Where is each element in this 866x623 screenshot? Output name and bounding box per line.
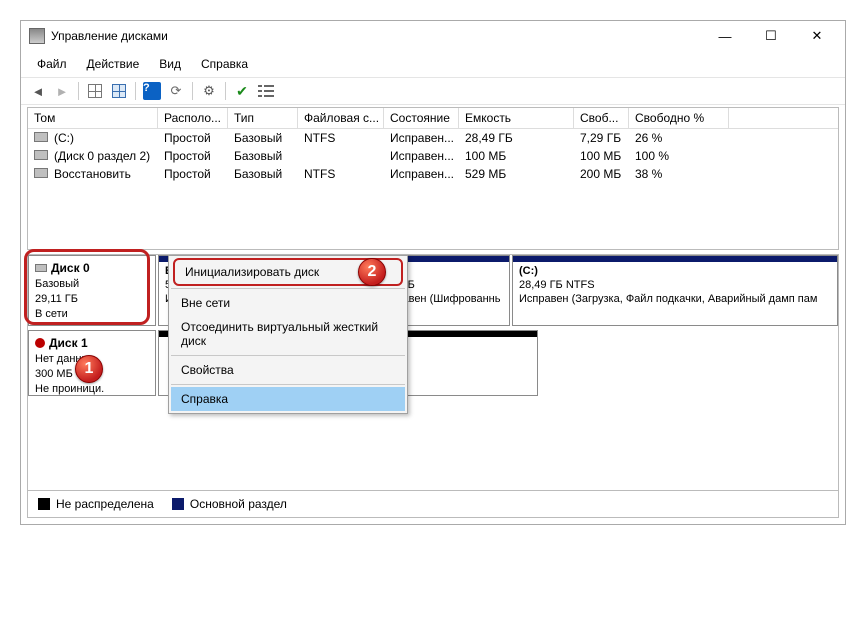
disk1-type: Нет данных	[35, 353, 95, 365]
view-button[interactable]	[84, 80, 106, 102]
cell-free: 7,29 ГБ	[574, 129, 629, 147]
cell-layout: Простой	[158, 129, 228, 147]
disk0-size: 29,11 ГБ	[35, 293, 78, 305]
legend-unallocated: Не распределена	[38, 497, 154, 511]
col-free[interactable]: Своб...	[574, 108, 629, 128]
table-row[interactable]: (Диск 0 раздел 2) Простой Базовый Исправ…	[28, 147, 838, 165]
close-button[interactable]: ✕	[803, 26, 831, 46]
cell-pct: 26 %	[629, 129, 729, 147]
cell-capacity: 28,49 ГБ	[459, 129, 574, 147]
cell-status: Исправен...	[384, 165, 459, 183]
error-icon	[35, 338, 45, 348]
disk0-name: Диск 0	[51, 261, 90, 275]
menu-file[interactable]: Файл	[29, 55, 75, 73]
cell-capacity: 529 МБ	[459, 165, 574, 183]
ctx-offline[interactable]: Вне сети	[171, 291, 405, 315]
cell-layout: Простой	[158, 165, 228, 183]
legend-primary: Основной раздел	[172, 497, 287, 511]
minimize-button[interactable]: —	[711, 26, 739, 46]
maximize-button[interactable]: ☐	[757, 26, 785, 46]
ctx-initialize-disk[interactable]: Инициализировать диск	[173, 258, 403, 286]
apply-button[interactable]: ✔	[231, 80, 253, 102]
cell-free: 100 МБ	[574, 147, 629, 165]
part-line3: Исправен (Загрузка, Файл подкачки, Авари…	[519, 293, 817, 305]
cell-capacity: 100 МБ	[459, 147, 574, 165]
cell-fs: NTFS	[298, 165, 384, 183]
cell-status: Исправен...	[384, 147, 459, 165]
cell-status: Исправен...	[384, 129, 459, 147]
cell-layout: Простой	[158, 147, 228, 165]
disk0-type: Базовый	[35, 278, 79, 290]
swatch-black-icon	[38, 498, 50, 510]
ctx-separator	[171, 355, 405, 356]
partition-bar-icon	[513, 256, 837, 262]
part-line2: 28,49 ГБ NTFS	[519, 279, 595, 291]
menu-view[interactable]: Вид	[151, 55, 189, 73]
disk-row-0: Диск 0 Базовый 29,11 ГБ В сети Восстанов…	[28, 255, 838, 330]
app-icon	[29, 28, 45, 44]
ctx-properties[interactable]: Свойства	[171, 358, 405, 382]
context-menu: Инициализировать диск Вне сети Отсоедини…	[168, 255, 408, 414]
disk1-status: Не проиници.	[35, 383, 104, 395]
cell-free: 200 МБ	[574, 165, 629, 183]
toolbar-separator	[135, 82, 136, 100]
disk1-info[interactable]: Диск 1 Нет данных 300 МБ Не проиници.	[28, 330, 156, 396]
view-grid-button[interactable]	[108, 80, 130, 102]
disk0-status: В сети	[35, 308, 68, 320]
window-buttons: — ☐ ✕	[711, 26, 831, 46]
cell-pct: 100 %	[629, 147, 729, 165]
settings-button[interactable]: ⚙	[198, 80, 220, 102]
cell-type: Базовый	[228, 129, 298, 147]
swatch-navy-icon	[172, 498, 184, 510]
legend: Не распределена Основной раздел	[27, 491, 839, 518]
help-button[interactable]: ?	[141, 80, 163, 102]
toolbar-separator	[192, 82, 193, 100]
refresh-button[interactable]: ⟳	[165, 80, 187, 102]
part-title: (C:)	[519, 265, 538, 277]
col-status[interactable]: Состояние	[384, 108, 459, 128]
ctx-separator	[171, 288, 405, 289]
menubar: Файл Действие Вид Справка	[21, 51, 845, 77]
partition-c[interactable]: (C:) 28,49 ГБ NTFS Исправен (Загрузка, Ф…	[512, 255, 838, 326]
cell-volume: (Диск 0 раздел 2)	[28, 147, 158, 165]
table-row[interactable]: (C:) Простой Базовый NTFS Исправен... 28…	[28, 129, 838, 147]
cell-volume: Восстановить	[28, 165, 158, 183]
col-capacity[interactable]: Емкость	[459, 108, 574, 128]
list-view-button[interactable]	[255, 80, 277, 102]
col-volume[interactable]: Том	[28, 108, 158, 128]
table-row[interactable]: Восстановить Простой Базовый NTFS Исправ…	[28, 165, 838, 183]
toolbar: ◄ ► ? ⟳ ⚙ ✔	[21, 77, 845, 105]
disk0-info[interactable]: Диск 0 Базовый 29,11 ГБ В сети	[28, 255, 156, 326]
table-body: (C:) Простой Базовый NTFS Исправен... 28…	[28, 129, 838, 249]
col-layout[interactable]: Располо...	[158, 108, 228, 128]
volume-table: Том Располо... Тип Файловая с... Состоян…	[27, 107, 839, 250]
cell-type: Базовый	[228, 147, 298, 165]
ctx-separator	[171, 384, 405, 385]
menu-help[interactable]: Справка	[193, 55, 256, 73]
table-header: Том Располо... Тип Файловая с... Состоян…	[28, 108, 838, 129]
disk-panes: Диск 0 Базовый 29,11 ГБ В сети Восстанов…	[27, 254, 839, 491]
disk1-name: Диск 1	[49, 336, 88, 350]
window-title: Управление дисками	[51, 29, 711, 43]
cell-fs	[298, 147, 384, 165]
toolbar-separator	[78, 82, 79, 100]
titlebar: Управление дисками — ☐ ✕	[21, 21, 845, 51]
cell-volume: (C:)	[28, 129, 158, 147]
toolbar-separator	[225, 82, 226, 100]
forward-button[interactable]: ►	[51, 80, 73, 102]
cell-fs: NTFS	[298, 129, 384, 147]
disk-management-window: Управление дисками — ☐ ✕ Файл Действие В…	[20, 20, 846, 525]
back-button[interactable]: ◄	[27, 80, 49, 102]
cell-type: Базовый	[228, 165, 298, 183]
drive-icon	[35, 264, 47, 272]
disk-row-1: Диск 1 Нет данных 300 МБ Не проиници. Ин…	[28, 330, 838, 490]
disk1-size: 300 МБ	[35, 368, 73, 380]
col-filesystem[interactable]: Файловая с...	[298, 108, 384, 128]
col-free-pct[interactable]: Свободно %	[629, 108, 729, 128]
menu-action[interactable]: Действие	[79, 55, 148, 73]
ctx-detach-vhd[interactable]: Отсоединить виртуальный жесткий диск	[171, 315, 405, 353]
cell-pct: 38 %	[629, 165, 729, 183]
ctx-help[interactable]: Справка	[171, 387, 405, 411]
col-type[interactable]: Тип	[228, 108, 298, 128]
